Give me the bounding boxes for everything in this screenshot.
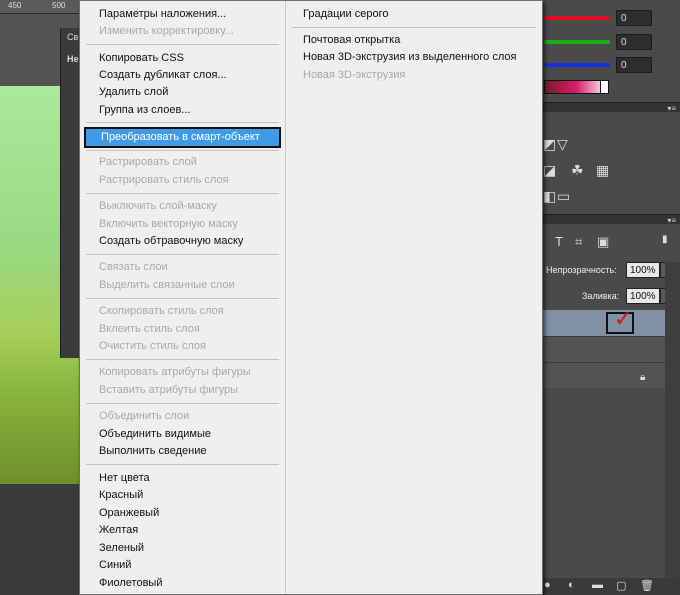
blue-slider[interactable]: [544, 63, 610, 67]
green-slider[interactable]: [544, 40, 610, 44]
smart-object-icon[interactable]: ▣: [597, 234, 609, 250]
menu-item-copy-layer-style[interactable]: Скопировать стиль слоя: [80, 303, 285, 320]
menu-item-merge-visible[interactable]: Объединить видимые: [80, 426, 285, 443]
menu-item-paste-layer-style[interactable]: Вклеить стиль слоя: [80, 321, 285, 338]
lock-icon: 🔒︎: [640, 372, 646, 383]
blue-value-field[interactable]: 0: [616, 57, 652, 73]
half-circle-icon[interactable]: ◐: [568, 579, 575, 591]
menu-item-violet[interactable]: Фиолетовый: [80, 575, 285, 592]
panel-divider: ▾≡: [541, 214, 680, 225]
menu-separator: [86, 403, 279, 404]
layers-scrollbar[interactable]: [665, 262, 680, 578]
menu-item-green[interactable]: Зеленый: [80, 540, 285, 557]
layers-filter-bar: T ⌗ ▣ ▮: [541, 228, 680, 256]
layer-context-menu: Параметры наложения... Изменить корректи…: [79, 0, 543, 595]
menu-item-flatten-image[interactable]: Выполнить сведение: [80, 443, 285, 460]
menu-item-convert-to-smart-object[interactable]: Преобразовать в смарт-объект: [84, 127, 281, 148]
gradient-map-icon[interactable]: ▭: [557, 188, 570, 205]
grid-lookup-icon[interactable]: ▦: [596, 162, 609, 179]
panel-menu-icon[interactable]: ▾≡: [667, 104, 676, 113]
layer-row[interactable]: [541, 336, 665, 362]
menu-item-paste-shape-attributes[interactable]: Вставить атрибуты фигуры: [80, 382, 285, 399]
menu-item-orange[interactable]: Оранжевый: [80, 505, 285, 522]
menu-item-duplicate-layer[interactable]: Создать дубликат слоя...: [80, 67, 285, 84]
horizontal-ruler: 450 500: [0, 0, 80, 14]
levels-icon[interactable]: ◩: [543, 136, 556, 153]
layer-thumbnail[interactable]: ✓: [606, 306, 634, 334]
canvas-pasteboard-bottom: [0, 484, 80, 595]
dialog-label: Не: [67, 54, 79, 64]
menu-left-column: Параметры наложения... Изменить корректи…: [80, 1, 285, 594]
menu-item-grayscale[interactable]: Градации серого: [286, 6, 542, 23]
shape-layer-icon[interactable]: ⌗: [575, 234, 582, 250]
opacity-field[interactable]: 100%: [626, 262, 660, 278]
red-slider-row[interactable]: 0: [541, 10, 680, 26]
type-layer-icon[interactable]: T: [555, 234, 563, 249]
menu-item-blending-options[interactable]: Параметры наложения...: [80, 6, 285, 23]
color-balance-icon[interactable]: ☘: [571, 162, 584, 179]
menu-separator: [86, 193, 279, 194]
filter-toggle-icon[interactable]: ▮: [662, 234, 668, 245]
opacity-label: Непрозрачность:: [546, 265, 617, 275]
menu-separator: [86, 44, 279, 45]
white-swatch[interactable]: [600, 80, 609, 94]
menu-item-delete-layer[interactable]: Удалить слой: [80, 84, 285, 101]
folder-icon[interactable]: ▬: [592, 579, 603, 591]
menu-item-blue[interactable]: Синий: [80, 557, 285, 574]
threshold-icon[interactable]: ◧: [543, 188, 556, 205]
menu-item-group-from-layers[interactable]: Группа из слоев...: [80, 102, 285, 119]
channel-mixer-icon[interactable]: ◪: [543, 162, 556, 179]
menu-separator: [86, 298, 279, 299]
new-layer-icon[interactable]: ▢: [616, 579, 626, 592]
background-dialog: Св Не: [60, 28, 80, 358]
menu-right-column: Градации серого Почтовая открытка Новая …: [286, 1, 542, 594]
adjustment-layer-icon[interactable]: ●: [544, 579, 551, 591]
menu-item-yellow[interactable]: Желтая: [80, 522, 285, 539]
menu-item-edit-adjustment[interactable]: Изменить корректировку...: [80, 23, 285, 40]
menu-item-select-linked-layers[interactable]: Выделить связанные слои: [80, 277, 285, 294]
menu-separator: [86, 464, 279, 465]
menu-separator: [86, 359, 279, 360]
ruler-mark: 500: [52, 1, 66, 10]
menu-item-red[interactable]: Красный: [80, 487, 285, 504]
menu-item-clear-layer-style[interactable]: Очистить стиль слоя: [80, 338, 285, 355]
menu-item-merge-layers[interactable]: Объединить слои: [80, 408, 285, 425]
menu-separator: [292, 27, 536, 28]
green-value-field[interactable]: 0: [616, 34, 652, 50]
red-slider[interactable]: [544, 16, 610, 20]
menu-item-new-3d-extrusion-from-layer[interactable]: Новая 3D-экструзия из выделенного слоя: [286, 49, 542, 66]
ruler-mark: 450: [8, 1, 22, 10]
menu-item-copy-css[interactable]: Копировать CSS: [80, 50, 285, 67]
menu-item-rasterize-layer-style[interactable]: Растрировать стиль слоя: [80, 172, 285, 189]
green-slider-row[interactable]: 0: [541, 34, 680, 50]
layer-row[interactable]: [541, 362, 665, 388]
checkmark-icon: ✓: [614, 306, 633, 331]
layers-bottom-toolbar: ● ◐ ▬ ▢ 🗑︎: [541, 578, 680, 595]
menu-separator: [86, 254, 279, 255]
menu-item-postcard[interactable]: Почтовая открытка: [286, 32, 542, 49]
selected-layer-row[interactable]: [541, 310, 665, 336]
menu-item-disable-layer-mask[interactable]: Выключить слой-маску: [80, 198, 285, 215]
menu-separator: [86, 150, 279, 151]
red-value-field[interactable]: 0: [616, 10, 652, 26]
trash-icon[interactable]: 🗑︎: [640, 579, 654, 592]
panel-divider: ▾≡: [541, 102, 680, 113]
blue-slider-row[interactable]: 0: [541, 57, 680, 73]
menu-item-create-clipping-mask[interactable]: Создать обтравочную маску: [80, 233, 285, 250]
gradient-triangle-icon[interactable]: ▽: [557, 136, 568, 153]
menu-item-enable-vector-mask[interactable]: Включить векторную маску: [80, 216, 285, 233]
menu-item-copy-shape-attributes[interactable]: Копировать атрибуты фигуры: [80, 364, 285, 381]
fill-label: Заливка:: [582, 291, 620, 301]
menu-separator: [86, 122, 279, 123]
fill-field[interactable]: 100%: [626, 288, 660, 304]
adjustments-icons: ◩ ▽ ◪ ☘ ▦ ◧ ▭: [541, 134, 680, 210]
menu-item-link-layers[interactable]: Связать слои: [80, 259, 285, 276]
menu-item-new-3d-extrusion[interactable]: Новая 3D-экструзия: [286, 67, 542, 84]
menu-item-rasterize-layer[interactable]: Растрировать слой: [80, 154, 285, 171]
menu-item-no-color[interactable]: Нет цвета: [80, 470, 285, 487]
panel-menu-icon[interactable]: ▾≡: [667, 216, 676, 225]
dialog-title: Св: [67, 32, 79, 42]
